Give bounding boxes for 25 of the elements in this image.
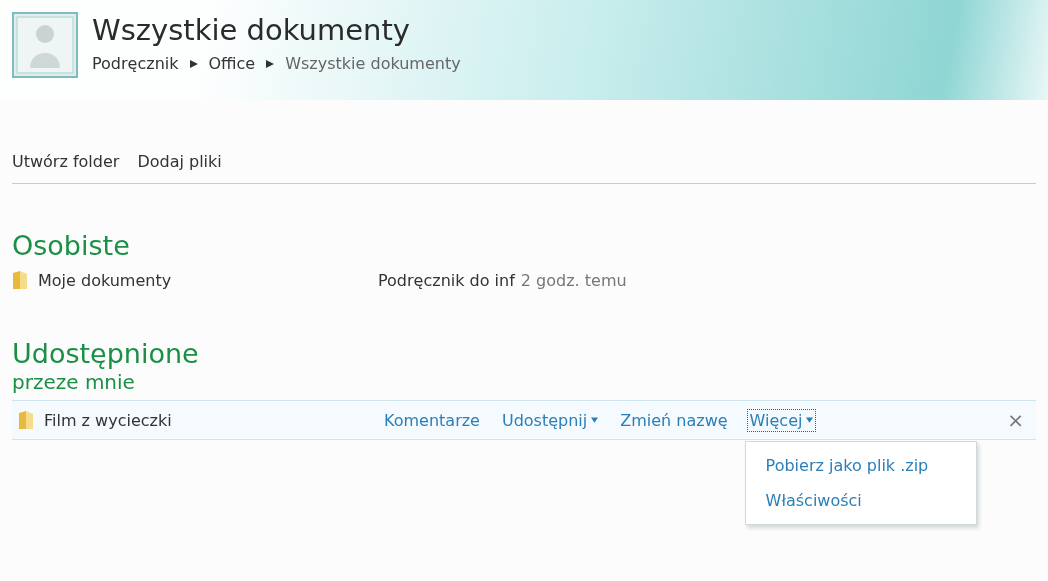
breadcrumb-link[interactable]: Office [208, 54, 256, 73]
breadcrumb-link[interactable]: Podręcznik [92, 54, 179, 73]
folder-icon [12, 270, 28, 290]
action-link[interactable]: Udostępnij [498, 408, 602, 432]
breadcrumb-link[interactable]: Wszystkie dokumenty [285, 54, 461, 73]
toolbar-link[interactable]: Dodaj pliki [137, 152, 222, 171]
action-link[interactable]: Więcej [746, 408, 817, 432]
folder-icon [18, 410, 34, 430]
user-avatar-icon [12, 12, 78, 78]
modified-time: 2 godz. temu [520, 270, 627, 290]
file-detail: Podręcznik do inf [378, 270, 515, 290]
folder-name[interactable]: Moje dokumenty [38, 270, 378, 290]
page-title: Wszystkie dokumenty [92, 12, 411, 48]
action-link[interactable]: Zmień nazwę [617, 408, 731, 432]
action-link[interactable]: Komentarze [381, 408, 483, 432]
section-subheading: przeze mnie [12, 370, 136, 394]
menu-item[interactable]: Pobierz jako plik .zip [745, 447, 976, 483]
breadcrumb-arrow-icon [188, 58, 199, 69]
close-button[interactable]: × [1001, 408, 1030, 432]
section-heading: Osobiste [12, 230, 131, 262]
folder-name: Film z wycieczki [44, 410, 173, 430]
toolbar-link[interactable]: Utwórz folder [12, 152, 120, 171]
section-heading: Udostępnione [12, 338, 200, 370]
menu-item[interactable]: Właściwości [745, 482, 976, 518]
breadcrumb-arrow-icon [265, 58, 276, 69]
